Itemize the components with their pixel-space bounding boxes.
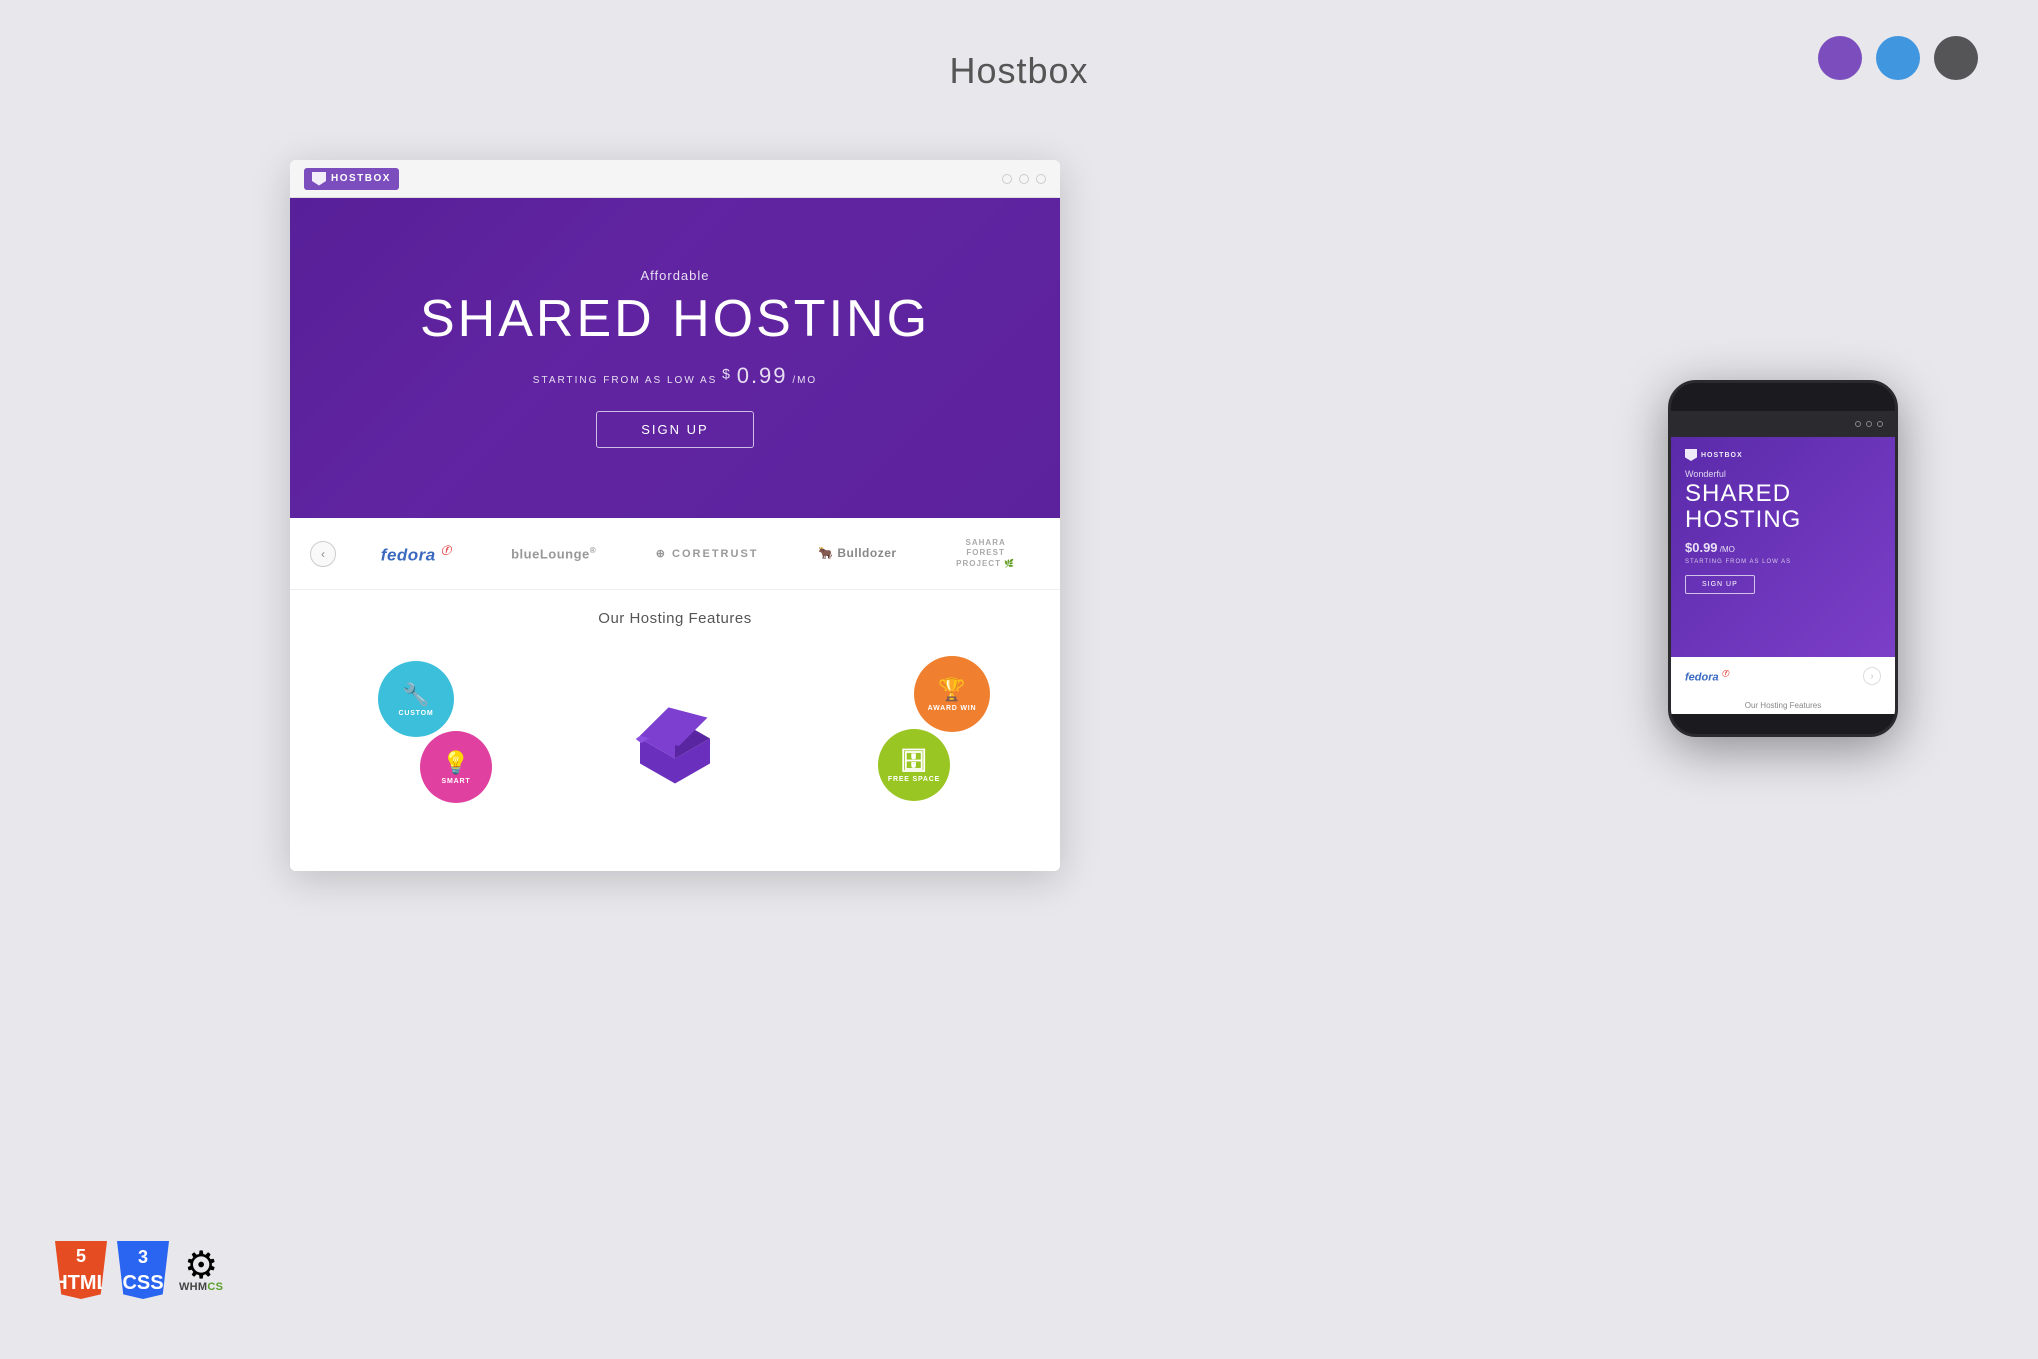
css3-badge: CSS 3: [117, 1241, 169, 1299]
phone-logos-bar: fedora ⓕ ›: [1671, 657, 1895, 695]
browser-dot-2: [1019, 174, 1029, 184]
hero-price: STARTING FROM AS LOW AS $ 0.99 /MO: [420, 363, 930, 389]
logos-bar: ‹ fedora ⓕ blueLounge® ⊕ CORETRUST 🐂 Bul…: [290, 518, 1060, 590]
browser-bar: HOSTBOX: [290, 160, 1060, 198]
phone-features-title: Our Hosting Features: [1671, 695, 1895, 714]
logos-row: fedora ⓕ blueLounge® ⊕ CORETRUST 🐂 Bulld…: [356, 538, 1040, 569]
feature-award: 🏆 AWARD WIN: [914, 656, 990, 732]
whmcs-badge: ⚙ WHMCS: [179, 1247, 223, 1293]
phone-top-bar: [1671, 411, 1895, 437]
phone-dot-3: [1877, 421, 1883, 427]
features-area: 🔧 CUSTOM 💡 SMART: [310, 651, 1040, 841]
custom-icon: 🔧: [402, 682, 430, 708]
features-section: Our Hosting Features 🔧 CUSTOM 💡 SMART: [290, 590, 1060, 871]
phone-starting: STARTING FROM AS LOW AS: [1685, 559, 1881, 565]
logo-text: HOSTBOX: [331, 173, 391, 184]
center-box: [630, 704, 720, 789]
page-title: Hostbox: [0, 0, 2038, 92]
phone-logo-text: HOSTBOX: [1701, 452, 1743, 459]
whmcs-label: WHMCS: [179, 1281, 223, 1293]
dot-blue[interactable]: [1876, 36, 1920, 80]
html5-label: HTML: [53, 1273, 109, 1293]
hero-content: Affordable SHARED HOSTING STARTING FROM …: [420, 268, 930, 447]
phone-title-line1: SHARED: [1685, 480, 1791, 507]
feature-smart: 💡 SMART: [420, 731, 492, 803]
browser-window-controls: [1002, 174, 1046, 184]
hero-section: Affordable SHARED HOSTING STARTING FROM …: [290, 198, 1060, 518]
css3-number: 3: [135, 1247, 151, 1268]
feature-custom: 🔧 CUSTOM: [378, 661, 454, 737]
price-amount: 0.99: [737, 363, 788, 388]
dot-dark[interactable]: [1934, 36, 1978, 80]
logo-bulldozer: 🐂 Bulldozer: [818, 546, 896, 560]
smart-label: SMART: [442, 778, 471, 785]
logo-bluelounge: blueLounge®: [511, 546, 596, 561]
html5-number: 5: [73, 1247, 89, 1265]
logo-icon: [312, 172, 326, 186]
browser-dot-1: [1002, 174, 1012, 184]
browser-logo: HOSTBOX: [304, 168, 399, 190]
phone-price: $0.99 /MO: [1685, 540, 1881, 555]
phone-logo-bar: HOSTBOX: [1685, 449, 1881, 461]
phone-signup-button[interactable]: SIGN UP: [1685, 575, 1755, 594]
custom-label: CUSTOM: [398, 710, 433, 717]
award-label: AWARD WIN: [928, 705, 977, 712]
css3-label: CSS: [122, 1273, 163, 1293]
phone-logo-icon: [1685, 449, 1697, 461]
browser-dot-3: [1036, 174, 1046, 184]
signup-button[interactable]: SIGN UP: [596, 411, 753, 448]
free-space-icon: 🗄: [900, 748, 928, 774]
price-prefix: STARTING FROM AS LOW AS: [533, 375, 718, 386]
phone-dot-1: [1855, 421, 1861, 427]
hero-title: SHARED HOSTING: [420, 291, 930, 348]
free-space-label: FREE SPACE: [888, 776, 940, 783]
award-icon: 🏆: [938, 677, 966, 703]
features-title: Our Hosting Features: [310, 610, 1040, 627]
smart-icon: 💡: [442, 750, 470, 776]
color-theme-dots: [1818, 36, 1978, 80]
price-suffix: /MO: [792, 375, 817, 386]
dot-purple[interactable]: [1818, 36, 1862, 80]
price-dollar: $: [722, 365, 732, 381]
phone-next-arrow[interactable]: ›: [1863, 667, 1881, 685]
phone-dot-2: [1866, 421, 1872, 427]
hero-affordable-text: Affordable: [420, 268, 930, 283]
logos-prev-button[interactable]: ‹: [310, 541, 336, 567]
phone-price-amount: $0.99: [1685, 540, 1718, 555]
browser-mockup: HOSTBOX Affordable SHARED HOSTING STARTI…: [290, 160, 1060, 871]
tech-badges: HTML 5 CSS 3 ⚙ WHMCS: [55, 1241, 223, 1299]
box-svg: [630, 704, 720, 784]
phone-screen: HOSTBOX Wonderful SHARED HOSTING $0.99 /…: [1671, 437, 1895, 657]
feature-free-space: 🗄 FREE SPACE: [878, 729, 950, 801]
html5-badge: HTML 5: [55, 1241, 107, 1299]
phone-fedora-logo: fedora ⓕ: [1685, 669, 1729, 684]
phone-title: SHARED HOSTING: [1685, 481, 1881, 534]
phone-mockup: HOSTBOX Wonderful SHARED HOSTING $0.99 /…: [1668, 380, 1898, 737]
logo-fedora: fedora ⓕ: [381, 542, 452, 566]
phone-title-line2: HOSTING: [1685, 506, 1801, 533]
logo-coretrust: ⊕ CORETRUST: [656, 547, 759, 560]
whmcs-gear-icon: ⚙: [184, 1247, 218, 1285]
phone-wonderful: Wonderful: [1685, 469, 1881, 479]
logo-sahara: SAHARAFORESTPROJECT 🌿: [956, 538, 1015, 569]
